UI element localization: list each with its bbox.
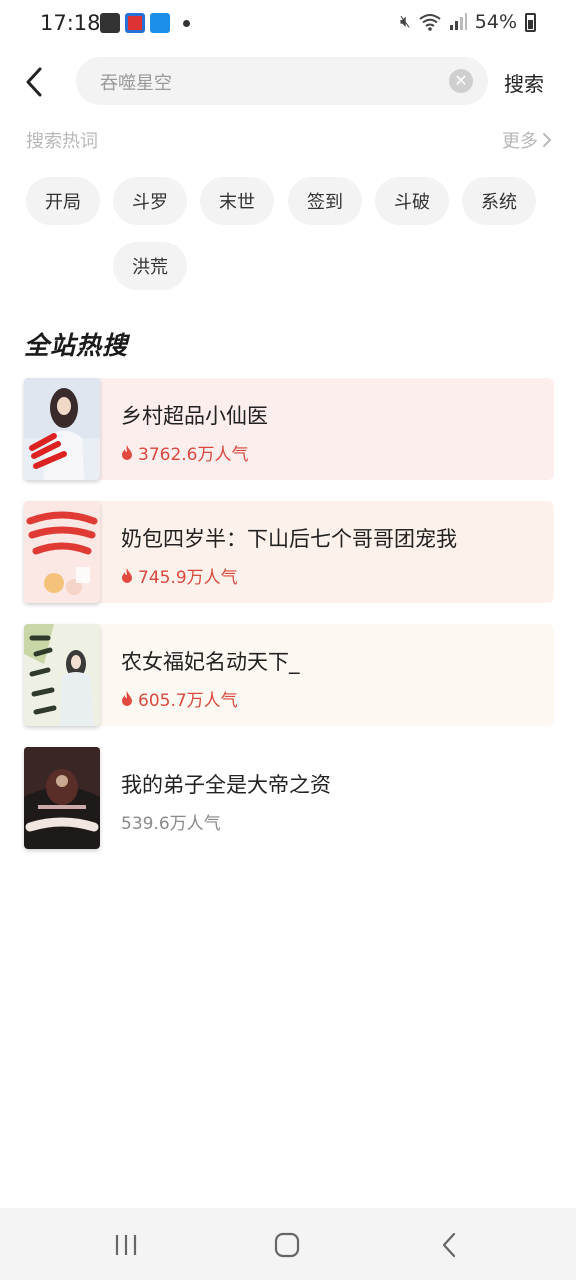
hot-word-chip[interactable]: 末世	[200, 177, 274, 225]
more-notifications-icon	[183, 19, 190, 27]
chevron-right-icon	[543, 133, 552, 147]
signal-icon	[449, 13, 467, 30]
home-icon	[274, 1232, 300, 1258]
status-right: 🔇︎ 54%	[400, 11, 536, 33]
reader-app-icon	[150, 13, 170, 33]
ranking-item[interactable]: 奶包四岁半：下山后七个哥哥团宠我 745.9万人气	[24, 501, 554, 603]
book-heat: 745.9万人气	[121, 563, 238, 588]
book-heat: 539.6万人气	[121, 809, 221, 834]
book-cover	[24, 501, 100, 603]
hot-word-chip[interactable]: 开局	[26, 177, 100, 225]
fire-icon	[122, 691, 132, 706]
more-label: 更多	[502, 131, 538, 152]
book-title: 农女福妃名动天下_	[121, 650, 300, 674]
book-title: 我的弟子全是大帝之资	[121, 773, 331, 797]
wifi-icon	[419, 14, 441, 31]
hot-word-chip[interactable]: 签到	[288, 177, 362, 225]
heat-value: 3762.6万人气	[138, 445, 249, 465]
book-cover	[24, 378, 100, 480]
book-cover	[24, 747, 100, 849]
recent-apps-button[interactable]	[106, 1230, 146, 1260]
nav-back-button[interactable]	[429, 1230, 469, 1260]
back-button[interactable]	[14, 62, 54, 102]
ranking-item[interactable]: 农女福妃名动天下_ 605.7万人气	[24, 624, 554, 726]
recent-apps-icon	[115, 1235, 137, 1255]
book-title: 乡村超品小仙医	[121, 404, 268, 428]
notification-icons	[100, 13, 190, 33]
fire-icon	[122, 445, 132, 460]
hot-word-chip[interactable]: 洪荒	[113, 242, 187, 290]
mute-icon: 🔇︎	[400, 12, 411, 32]
more-link[interactable]: 更多	[502, 127, 552, 153]
heat-value: 605.7万人气	[138, 691, 238, 711]
hot-word-chip[interactable]: 斗破	[375, 177, 449, 225]
ranking-title: 全站热搜	[24, 331, 129, 360]
ranking-item[interactable]: 我的弟子全是大帝之资 539.6万人气	[24, 747, 554, 849]
hot-word-chip[interactable]: 斗罗	[113, 177, 187, 225]
book-cover	[24, 624, 100, 726]
search-input-value: 吞噬星空	[100, 73, 172, 94]
ranking-item[interactable]: 乡村超品小仙医 3762.6万人气	[24, 378, 554, 480]
book-title: 奶包四岁半：下山后七个哥哥团宠我	[121, 527, 457, 551]
app-icon	[125, 13, 145, 33]
search-input[interactable]: 吞噬星空 ✕	[76, 57, 488, 105]
ranking-item-bg	[24, 378, 554, 480]
clear-search-button[interactable]: ✕	[449, 69, 473, 93]
search-button[interactable]: 搜索	[504, 68, 544, 97]
fire-icon	[122, 568, 132, 583]
book-heat: 605.7万人气	[121, 686, 238, 711]
heat-value: 745.9万人气	[138, 568, 238, 588]
book-heat: 3762.6万人气	[121, 440, 248, 465]
hot-word-chip[interactable]: 系统	[462, 177, 536, 225]
system-nav-bar	[0, 1208, 576, 1280]
heat-value: 539.6万人气	[121, 814, 221, 834]
gallery-icon	[100, 13, 120, 33]
back-icon	[442, 1232, 456, 1258]
status-time: 17:18	[40, 11, 101, 35]
status-bar: 17:18 🔇︎ 54%	[0, 0, 576, 48]
battery-icon	[525, 12, 536, 32]
home-button[interactable]	[267, 1230, 307, 1260]
chevron-left-icon	[26, 67, 42, 97]
hot-words-title: 搜索热词	[26, 131, 98, 152]
battery-percent: 54%	[474, 11, 517, 33]
